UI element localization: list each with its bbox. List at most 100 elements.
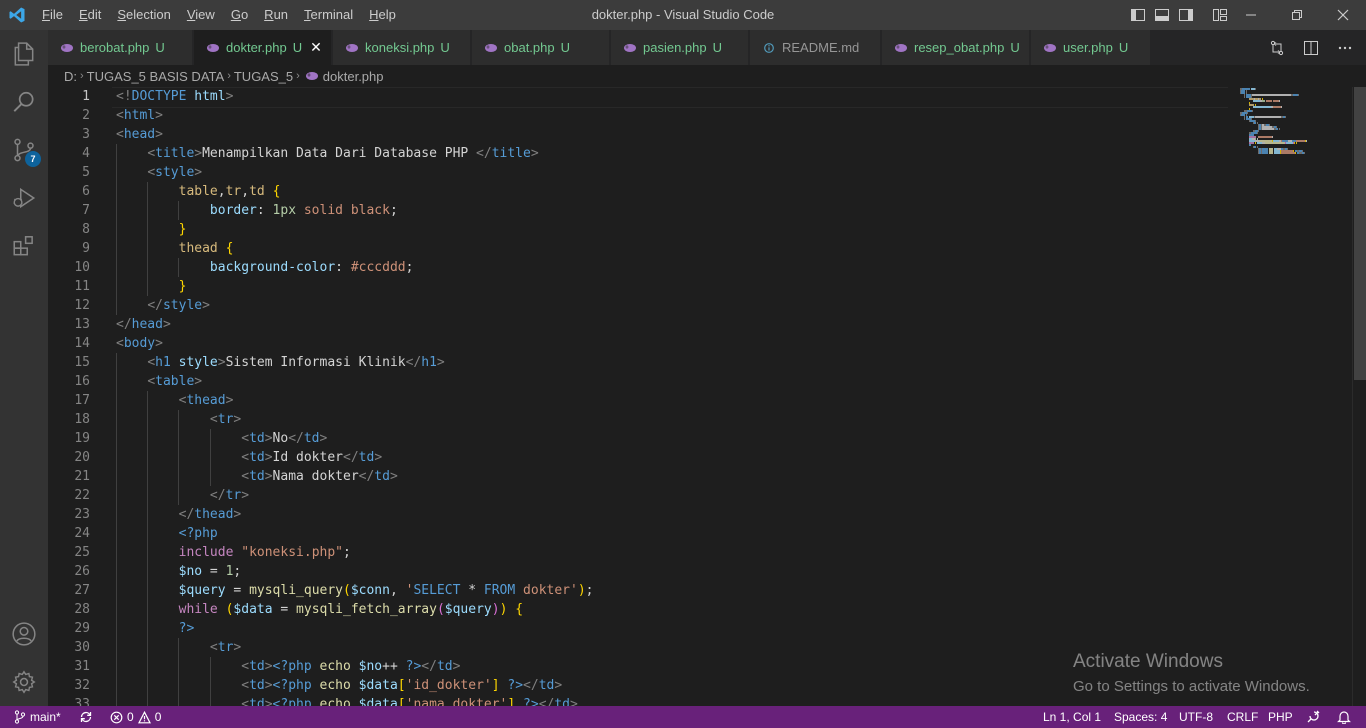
code-line[interactable]: </head>	[116, 315, 594, 334]
title-bar: File Edit Selection View Go Run Terminal Help d…	[0, 0, 1366, 30]
encoding-status[interactable]: UTF-8	[1179, 706, 1213, 728]
git-status-badge: U	[1010, 40, 1020, 55]
menu-terminal[interactable]: Terminal	[296, 0, 361, 30]
sync-button[interactable]	[79, 706, 93, 728]
split-editor-button[interactable]	[1298, 35, 1324, 61]
search-button[interactable]	[0, 78, 48, 126]
code-line[interactable]: border: 1px solid black;	[116, 201, 594, 220]
line-number: 12	[74, 298, 90, 313]
indent-guide	[209, 448, 211, 467]
tab-user-php[interactable]: user.php U	[1031, 30, 1151, 65]
menu-view[interactable]: View	[179, 0, 223, 30]
code-line[interactable]: <td>Nama dokter</td>	[116, 467, 594, 486]
code-line[interactable]: <title>Menampilkan Data Dari Database PH…	[116, 144, 594, 163]
extensions-button[interactable]	[0, 222, 48, 270]
code-editor[interactable]: 1 2 3 4 5 6 7 8 9 10 11 12 13 14 15 16 17 18 19 20 21 22 23 24 2…	[48, 87, 1366, 706]
problems-status[interactable]: 0 0	[110, 706, 161, 728]
menu-file[interactable]: File	[35, 0, 71, 30]
code-line[interactable]: </thead>	[116, 505, 594, 524]
minimize-button[interactable]	[1228, 0, 1274, 30]
tab-close-icon[interactable]: ✕	[310, 39, 322, 56]
scrollbar-thumb[interactable]	[1354, 87, 1366, 380]
indentation-status[interactable]: Spaces: 4	[1114, 706, 1167, 728]
code-line[interactable]: $no = 1;	[116, 562, 594, 581]
line-number: 18	[74, 412, 90, 427]
close-icon	[1337, 9, 1349, 21]
menu-selection[interactable]: Selection	[109, 0, 178, 30]
breadcrumb-drive[interactable]: D:	[64, 69, 77, 84]
tab-readme-md[interactable]: README.md	[750, 30, 881, 65]
run-debug-button[interactable]	[0, 174, 48, 222]
line-number: 33	[74, 697, 90, 706]
php-elephant-icon	[305, 72, 318, 80]
code-line[interactable]: while ($data = mysqli_fetch_array($query…	[116, 600, 594, 619]
source-control-button[interactable]	[0, 126, 48, 174]
code-line[interactable]: <style>	[116, 163, 594, 182]
code-line[interactable]: <thead>	[116, 391, 594, 410]
code-line[interactable]: table,tr,td {	[116, 182, 594, 201]
explorer-button[interactable]	[0, 30, 48, 78]
code-line[interactable]: <tr>	[116, 410, 594, 429]
code-line[interactable]: thead {	[116, 239, 594, 258]
code-line[interactable]: $query = mysqli_query($conn, 'SELECT * F…	[116, 581, 594, 600]
code-line[interactable]: <td><?php echo $data['nama_dokter'] ?></…	[116, 695, 594, 706]
code-line[interactable]: <td>Id dokter</td>	[116, 448, 594, 467]
manage-button[interactable]	[0, 658, 48, 706]
menu-help[interactable]: Help	[361, 0, 404, 30]
code-line[interactable]: ?>	[116, 619, 594, 638]
language-mode[interactable]: PHP	[1268, 706, 1293, 728]
restore-button[interactable]	[1274, 0, 1320, 30]
code-line[interactable]: <html>	[116, 106, 594, 125]
code-line[interactable]: include "koneksi.php";	[116, 543, 594, 562]
branch-status[interactable]: main*	[14, 706, 61, 728]
menu-edit[interactable]: Edit	[71, 0, 109, 30]
indent-guide	[178, 486, 180, 505]
tab-dokter-php[interactable]: dokter.php U ✕	[194, 30, 332, 65]
indent-guide	[116, 391, 117, 410]
cursor-position[interactable]: Ln 1, Col 1	[1043, 706, 1101, 728]
breadcrumb-folder[interactable]: TUGAS_5 BASIS DATA	[87, 69, 225, 84]
tab-obat-php[interactable]: obat.php U	[472, 30, 610, 65]
code-content[interactable]: <!DOCTYPE html> <html> <head> <title>Menam…	[112, 87, 1227, 706]
php-elephant-icon	[346, 43, 358, 52]
minimap[interactable]	[1240, 87, 1350, 706]
menu-run[interactable]: Run	[256, 0, 296, 30]
code-line[interactable]: }	[116, 277, 594, 296]
code-line[interactable]: }	[116, 220, 594, 239]
feedback-button[interactable]	[1306, 706, 1320, 728]
open-changes-button[interactable]	[1264, 35, 1290, 61]
eol-status[interactable]: CRLF	[1227, 706, 1258, 728]
breadcrumb-file[interactable]: dokter.php	[323, 69, 384, 84]
tab-pasien-php[interactable]: pasien.php U	[611, 30, 749, 65]
code-line[interactable]: <head>	[116, 125, 594, 144]
minimap-line	[1273, 106, 1281, 108]
code-line[interactable]: <tr>	[116, 638, 594, 657]
toggle-primary-sidebar-button[interactable]	[1126, 0, 1150, 30]
tab-berobat-php[interactable]: berobat.php U	[48, 30, 193, 65]
code-line[interactable]: </style>	[116, 296, 594, 315]
accounts-button[interactable]	[0, 610, 48, 658]
tab-koneksi-php[interactable]: koneksi.php U	[333, 30, 471, 65]
menu-go[interactable]: Go	[223, 0, 256, 30]
code-line[interactable]: </tr>	[116, 486, 594, 505]
code-line[interactable]: <table>	[116, 372, 594, 391]
code-line[interactable]: <td><?php echo $no++ ?></td>	[116, 657, 594, 676]
git-status-badge: U	[440, 40, 450, 55]
code-line[interactable]: background-color: #cccddd;	[116, 258, 594, 277]
code-line[interactable]: <td>No</td>	[116, 429, 594, 448]
toggle-secondary-sidebar-button[interactable]	[1174, 0, 1198, 30]
code-line[interactable]: <body>	[116, 334, 594, 353]
more-actions-button[interactable]	[1332, 35, 1358, 61]
indent-guide	[209, 467, 211, 486]
code-line[interactable]: <?php	[116, 524, 594, 543]
toggle-panel-button[interactable]	[1150, 0, 1174, 30]
vertical-scrollbar[interactable]	[1352, 87, 1366, 706]
code-line[interactable]: <h1 style>Sistem Informasi Klinik</h1>	[116, 353, 594, 372]
breadcrumb-subfolder[interactable]: TUGAS_5	[234, 69, 293, 84]
notifications-button[interactable]	[1337, 706, 1351, 728]
close-window-button[interactable]	[1320, 0, 1366, 30]
code-line[interactable]: <!DOCTYPE html>	[112, 87, 1227, 108]
code-line[interactable]: <td><?php echo $data['id_dokter'] ?></td…	[116, 676, 594, 695]
tab-resep-obat-php[interactable]: resep_obat.php U	[882, 30, 1030, 65]
indent-guide	[178, 676, 180, 695]
